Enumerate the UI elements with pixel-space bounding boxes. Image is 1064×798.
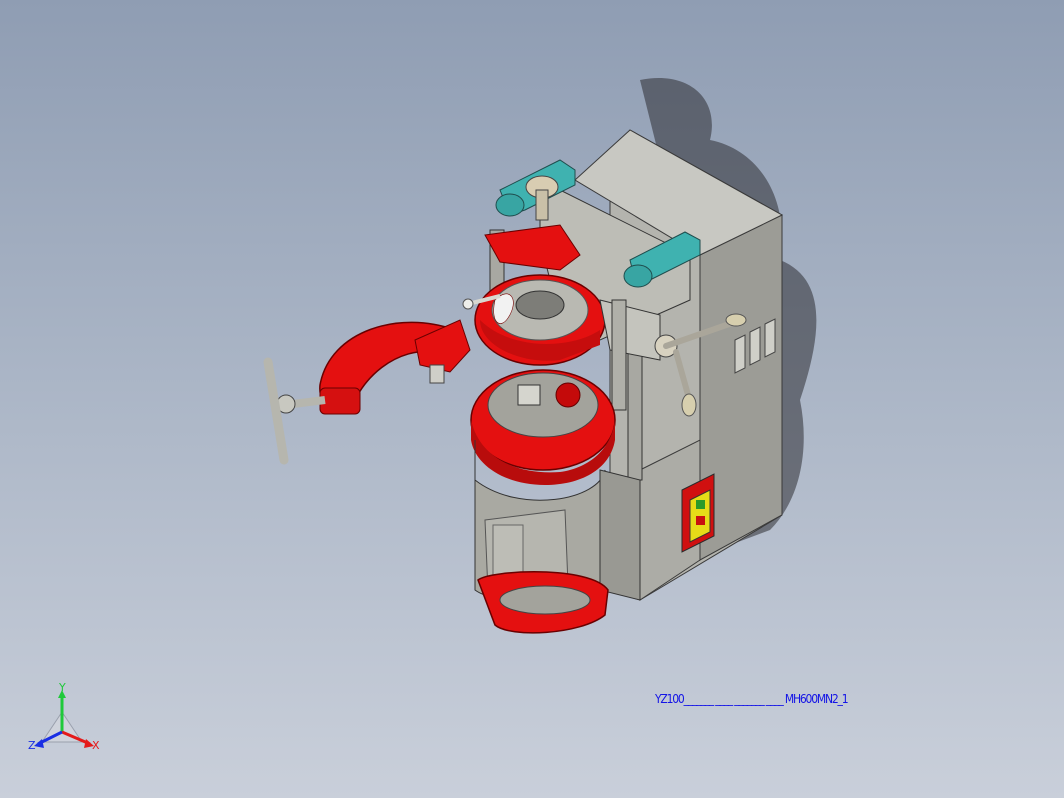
x-axis-label: X — [92, 739, 100, 752]
cad-viewport[interactable]: Y X Z YZ100_______ ____ _______ ____ MH6… — [0, 0, 1064, 798]
pipe-cutter[interactable] — [263, 319, 471, 465]
machine-model[interactable] — [0, 0, 1064, 798]
front-chuck[interactable] — [470, 369, 616, 485]
model-name-caption: YZ100_______ ____ _______ ____ MH600MN2_… — [655, 692, 849, 706]
coordinate-triad: Y X Z — [22, 682, 106, 758]
rear-chuck[interactable] — [477, 571, 609, 634]
y-axis-label: Y — [59, 681, 66, 694]
z-axis-label: Z — [28, 739, 36, 752]
